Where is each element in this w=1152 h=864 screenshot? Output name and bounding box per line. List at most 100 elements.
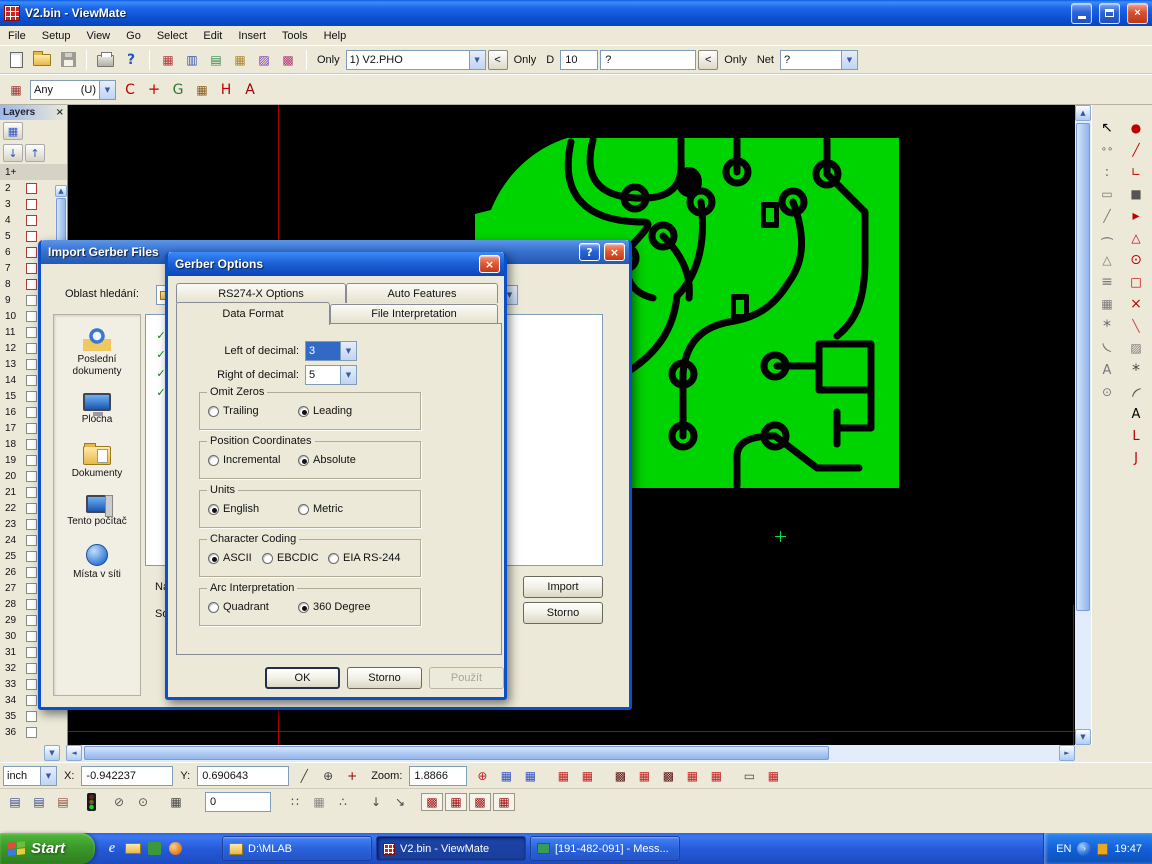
only-layer-label[interactable]: Only — [313, 54, 344, 66]
menu-help[interactable]: Help — [316, 26, 355, 45]
y-coordinate-field[interactable]: 0.690643 — [197, 766, 289, 786]
grid-settings-icon[interactable]: ▦ — [164, 791, 188, 813]
radio-360-degree[interactable]: 360 Degree — [298, 601, 371, 613]
chevron-down-icon[interactable]: ▼ — [99, 81, 115, 99]
place-desktop[interactable]: Plocha — [54, 393, 140, 426]
highlight-select-icon[interactable]: H — [214, 79, 238, 101]
film-select-icon[interactable]: ▦ — [761, 765, 785, 787]
zoom-window-icon[interactable]: ▦ — [494, 765, 518, 787]
active-layer-combo[interactable]: 1) V2.PHO ▼ — [346, 50, 486, 70]
text-select-icon[interactable]: A — [238, 79, 262, 101]
layer-row-36[interactable]: 36 — [0, 724, 67, 740]
layer-color-swatch[interactable] — [26, 519, 37, 530]
layer-color-swatch[interactable] — [26, 583, 37, 594]
film-negative-icon-1[interactable]: ▩ — [608, 765, 632, 787]
gerber-select-icon[interactable]: G — [166, 79, 190, 101]
dcode-table-icon[interactable]: ▦ — [156, 49, 180, 71]
rotate-tool-icon[interactable]: ( — [1123, 381, 1149, 403]
tray-status-icon[interactable]: › — [1077, 842, 1091, 856]
modify-flash-icon[interactable]: ⊙ — [1094, 381, 1120, 403]
modify-layers-icon[interactable]: ≡ — [1094, 271, 1120, 293]
selection-filter-combo[interactable]: Any (U) ▼ — [30, 80, 116, 100]
title-bar[interactable]: V2.bin - ViewMate × — [0, 0, 1152, 26]
dialog-close-button[interactable]: × — [604, 243, 625, 261]
film-grid-icon-5[interactable]: ▦ — [704, 765, 728, 787]
layer-color-swatch[interactable] — [26, 727, 37, 738]
tab-data-format[interactable]: Data Format — [176, 302, 330, 325]
draw-polygon-icon[interactable]: △ — [1123, 227, 1149, 249]
radio-trailing[interactable]: Trailing — [208, 405, 259, 417]
crosshair-select-icon[interactable]: + — [142, 79, 166, 101]
layer-stack-icon-2[interactable]: ▤ — [27, 791, 51, 813]
draw-pad-icon[interactable]: ● — [1123, 117, 1149, 139]
layers-table-icon[interactable]: ▤ — [204, 49, 228, 71]
layer-color-swatch[interactable] — [26, 183, 37, 194]
quicklaunch-app-button[interactable] — [145, 840, 163, 858]
l-aperture-tool-icon[interactable]: L — [1123, 425, 1149, 447]
layers-scroll-down-button[interactable]: ▼ — [44, 745, 60, 761]
radio-absolute[interactable]: Absolute — [298, 454, 356, 466]
radio-incremental[interactable]: Incremental — [208, 454, 280, 466]
chevron-down-icon[interactable]: ▼ — [469, 51, 485, 69]
layer-color-swatch[interactable] — [26, 199, 37, 210]
ok-button[interactable]: OK — [265, 667, 340, 689]
gerber-close-button[interactable]: × — [479, 255, 500, 273]
menu-file[interactable]: File — [0, 26, 34, 45]
draw-vector-icon[interactable]: ╲ — [1123, 315, 1149, 337]
apply-button[interactable]: Použít — [429, 667, 504, 689]
radio-eia-rs244[interactable]: EIA RS-244 — [328, 552, 400, 564]
zoom-in-icon[interactable]: ⊕ — [470, 765, 494, 787]
layer-color-swatch[interactable] — [26, 343, 37, 354]
gerber-dialog-titlebar[interactable]: Gerber Options × — [168, 252, 504, 276]
radio-ebcdic[interactable]: EBCDIC — [262, 552, 319, 564]
chevron-down-icon[interactable]: ▼ — [841, 51, 857, 69]
modify-rotate-icon[interactable]: ( — [1094, 337, 1120, 359]
layer-color-swatch[interactable] — [26, 663, 37, 674]
import-cancel-button[interactable]: Storno — [523, 602, 603, 624]
erase-tool-icon[interactable]: ▨ — [1123, 337, 1149, 359]
pattern-icon-3[interactable]: ▩ — [469, 793, 491, 811]
modify-grid-icon[interactable]: ▦ — [1094, 293, 1120, 315]
grid-lines-icon[interactable]: ▦ — [307, 791, 331, 813]
film-grid-icon-2[interactable]: ▦ — [575, 765, 599, 787]
layer-color-swatch[interactable] — [26, 439, 37, 450]
film-grid-icon-4[interactable]: ▦ — [680, 765, 704, 787]
traffic-light-icon[interactable] — [84, 791, 98, 813]
layer-color-swatch[interactable] — [26, 599, 37, 610]
draw-arrow-icon[interactable]: ▸ — [1123, 205, 1149, 227]
dcode-input[interactable]: 10 — [560, 50, 598, 70]
tray-language-indicator[interactable]: EN — [1056, 843, 1071, 855]
snap-down-icon[interactable]: ↓ — [364, 791, 388, 813]
layer-color-swatch[interactable] — [26, 215, 37, 226]
radio-metric[interactable]: Metric — [298, 503, 343, 515]
scroll-right-button[interactable]: ► — [1059, 745, 1075, 761]
only-net-label[interactable]: Only — [720, 54, 751, 66]
menu-view[interactable]: View — [78, 26, 118, 45]
zoom-all-icon[interactable]: ▦ — [518, 765, 542, 787]
modify-line-icon[interactable]: ╱ — [1094, 205, 1120, 227]
tab-file-interpretation[interactable]: File Interpretation — [330, 304, 498, 323]
circle-select-icon[interactable]: C — [118, 79, 142, 101]
layer-row-35[interactable]: 35 — [0, 708, 67, 724]
import-button[interactable]: Import — [523, 576, 603, 598]
text-tool-icon[interactable]: A — [1123, 403, 1149, 425]
origin-marker-icon[interactable]: ⊕ — [316, 765, 340, 787]
task-messenger-window[interactable]: [191-482-091] - Mess... — [530, 836, 680, 861]
tray-messenger-icon[interactable] — [1097, 843, 1108, 855]
layer-color-swatch[interactable] — [26, 311, 37, 322]
layer-color-swatch[interactable] — [26, 471, 37, 482]
layer-color-swatch[interactable] — [26, 407, 37, 418]
grid-dots-icon[interactable]: ∷ — [283, 791, 307, 813]
snap-crosshair-icon[interactable]: + — [340, 765, 364, 787]
probe-on-icon[interactable]: ⊙ — [131, 791, 155, 813]
close-button[interactable]: × — [1127, 3, 1148, 24]
context-help-button[interactable]: ? — [119, 48, 143, 72]
snap-corner-icon[interactable]: ↘ — [388, 791, 412, 813]
place-documents[interactable]: Dokumenty — [54, 442, 140, 480]
new-file-button[interactable] — [4, 48, 28, 72]
aperture-table-icon[interactable]: ▥ — [180, 49, 204, 71]
layer-move-up-button[interactable]: ↑ — [25, 144, 45, 162]
layer-color-swatch[interactable] — [26, 455, 37, 466]
only-dcode-label[interactable]: Only — [510, 54, 541, 66]
menu-go[interactable]: Go — [118, 26, 149, 45]
